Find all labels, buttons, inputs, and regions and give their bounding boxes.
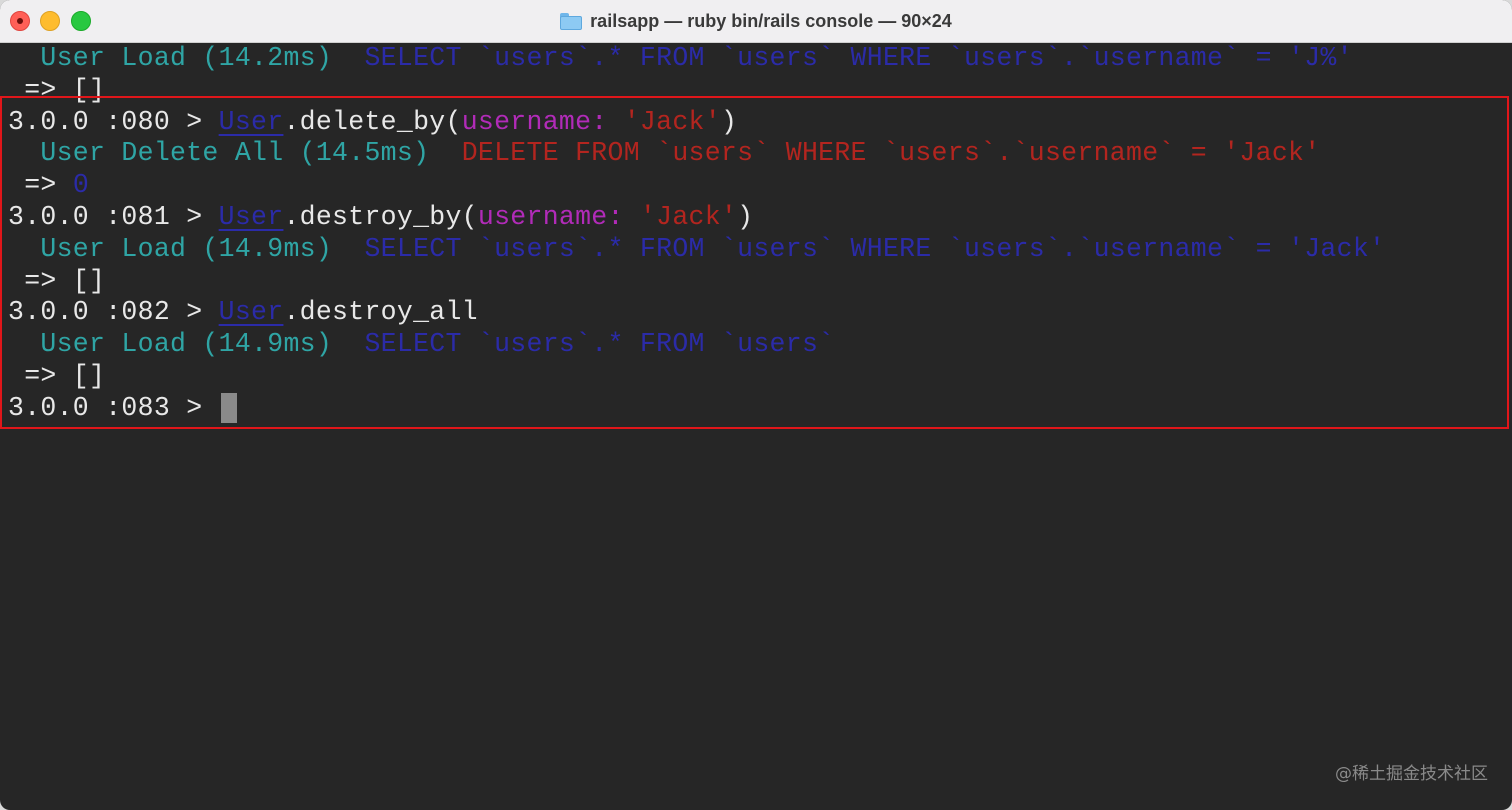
model-name: User xyxy=(218,202,284,232)
terminal-text: 0 xyxy=(72,170,90,201)
folder-icon xyxy=(560,12,583,30)
terminal-text: username: xyxy=(477,202,624,232)
terminal-line: User Delete All (14.5ms) DELETE FROM `us… xyxy=(8,137,1320,169)
terminal-text: .destroy_all xyxy=(283,297,478,328)
terminal-text: ) xyxy=(720,106,738,137)
terminal-text: SELECT `users`.* FROM `users` xyxy=(364,329,835,360)
watermark: @稀土掘金技术社区 xyxy=(1335,764,1488,784)
title-bar: railsapp — ruby bin/rails console — 90×2… xyxy=(0,0,1512,43)
terminal-text: => xyxy=(8,170,73,201)
terminal-text: .delete_by( xyxy=(283,106,462,137)
window-title: railsapp — ruby bin/rails console — 90×2… xyxy=(590,10,952,31)
terminal-text: => [] xyxy=(8,265,106,296)
terminal-text: 'Jack' xyxy=(623,106,721,137)
terminal-output[interactable]: User Load (14.2ms) SELECT `users`.* FROM… xyxy=(0,42,1512,810)
terminal-text: SELECT `users`.* FROM `users` WHERE `use… xyxy=(364,43,1353,73)
terminal-line: 3.0.0 :080 > User.delete_by(username: 'J… xyxy=(8,106,737,138)
terminal-line: 3.0.0 :081 > User.destroy_by(username: '… xyxy=(8,201,753,233)
terminal-text: username: xyxy=(461,106,608,137)
terminal-line: => [] xyxy=(8,360,105,392)
window-title-wrap: railsapp — ruby bin/rails console — 90×2… xyxy=(0,0,1512,42)
terminal-text: User Load (14.9ms) xyxy=(8,329,365,360)
terminal-text: User Delete All (14.5ms) xyxy=(8,138,462,169)
terminal-text: User Load (14.2ms) xyxy=(8,43,365,73)
terminal-text: SELECT `users`.* FROM `users` WHERE `use… xyxy=(364,233,1386,264)
terminal-line: => [] xyxy=(8,265,105,297)
text-cursor[interactable] xyxy=(220,392,237,423)
terminal-line: => [] xyxy=(8,74,105,106)
terminal-line: User Load (14.9ms) SELECT `users`.* FROM… xyxy=(8,328,834,360)
terminal-text: .destroy_by( xyxy=(283,202,478,232)
terminal-line: 3.0.0 :083 > xyxy=(8,392,237,424)
terminal-text: User Load (14.9ms) xyxy=(8,233,365,264)
terminal-line: => 0 xyxy=(8,169,89,201)
terminal-text: DELETE FROM `users` WHERE `users`.`usern… xyxy=(461,138,1321,169)
terminal-line: User Load (14.9ms) SELECT `users`.* FROM… xyxy=(8,233,1385,265)
terminal-text: ) xyxy=(737,202,754,232)
terminal-window: railsapp — ruby bin/rails console — 90×2… xyxy=(0,0,1512,810)
terminal-text: 3.0.0 :081 > xyxy=(8,202,219,232)
terminal-text: 3.0.0 :083 > xyxy=(8,392,219,423)
terminal-text: => [] xyxy=(8,74,106,105)
terminal-text: 3.0.0 :080 > xyxy=(8,106,219,137)
terminal-text: 'Jack' xyxy=(639,202,738,232)
model-name: User xyxy=(218,297,284,328)
terminal-text: 3.0.0 :082 > xyxy=(8,297,219,328)
terminal-line: User Load (14.2ms) SELECT `users`.* FROM… xyxy=(8,42,1353,74)
model-name: User xyxy=(218,106,284,137)
terminal-line: 3.0.0 :082 > User.destroy_all xyxy=(8,296,478,328)
terminal-text: => [] xyxy=(8,361,106,391)
